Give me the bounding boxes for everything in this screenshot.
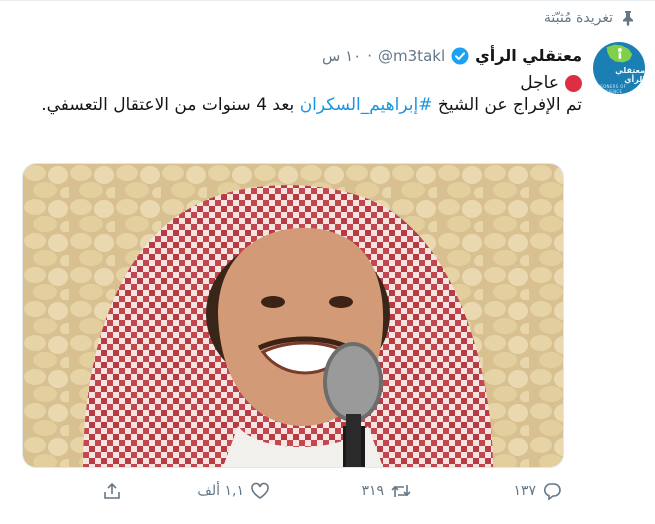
tweet-timestamp[interactable]: ١٠ س <box>322 47 361 65</box>
reply-count: ١٣٧ <box>513 483 536 499</box>
pinned-indicator: تغريدة مُثبّتة <box>544 10 635 26</box>
avatar-sublabel: PRISONERS OF CONSCIENCE <box>593 84 627 94</box>
user-handle[interactable]: @m3takl <box>378 47 445 65</box>
meta-separator: · <box>367 46 373 65</box>
tweet-photo[interactable] <box>22 163 564 468</box>
hashtag-link[interactable]: #إبراهيم_السكران <box>300 95 433 115</box>
red-circle-icon <box>565 74 582 92</box>
share-icon <box>102 482 122 500</box>
pin-icon <box>621 10 635 26</box>
retweet-button[interactable]: ٣١٩ <box>361 482 412 500</box>
alert-word: عاجل <box>520 73 559 93</box>
like-count: ١,١ ألف <box>197 483 244 499</box>
share-button[interactable] <box>102 482 122 500</box>
tweet-actions: ١٣٧ ٣١٩ ١,١ ألف <box>22 478 562 508</box>
retweet-count: ٣١٩ <box>361 483 384 499</box>
tweet-text: عاجل تم الإفراج عن الشيخ #إبراهيم_السكرا… <box>22 72 582 116</box>
like-button[interactable]: ١,١ ألف <box>197 482 270 500</box>
text-before-hashtag: تم الإفراج عن الشيخ <box>432 95 582 115</box>
heart-icon <box>250 482 270 500</box>
tweet-header: معتقلي الرأي @m3takl · ١٠ س <box>322 46 582 65</box>
tweet-alert-line: عاجل <box>22 72 582 94</box>
retweet-icon <box>390 482 412 500</box>
pinned-label: تغريدة مُثبّتة <box>543 10 613 26</box>
avatar-map-icon <box>606 44 633 63</box>
reply-icon <box>542 482 562 500</box>
avatar[interactable]: معتقلي الرأي PRISONERS OF CONSCIENCE <box>593 42 645 94</box>
verified-badge-icon <box>451 47 469 65</box>
display-name[interactable]: معتقلي الرأي <box>475 46 582 65</box>
reply-button[interactable]: ١٣٧ <box>513 482 562 500</box>
tweet-body-text: تم الإفراج عن الشيخ #إبراهيم_السكران بعد… <box>22 94 582 116</box>
text-after-hashtag: بعد 4 سنوات من الاعتقال التعسفي. <box>41 95 300 115</box>
top-divider <box>0 0 655 1</box>
avatar-label: معتقلي الرأي <box>615 66 645 84</box>
